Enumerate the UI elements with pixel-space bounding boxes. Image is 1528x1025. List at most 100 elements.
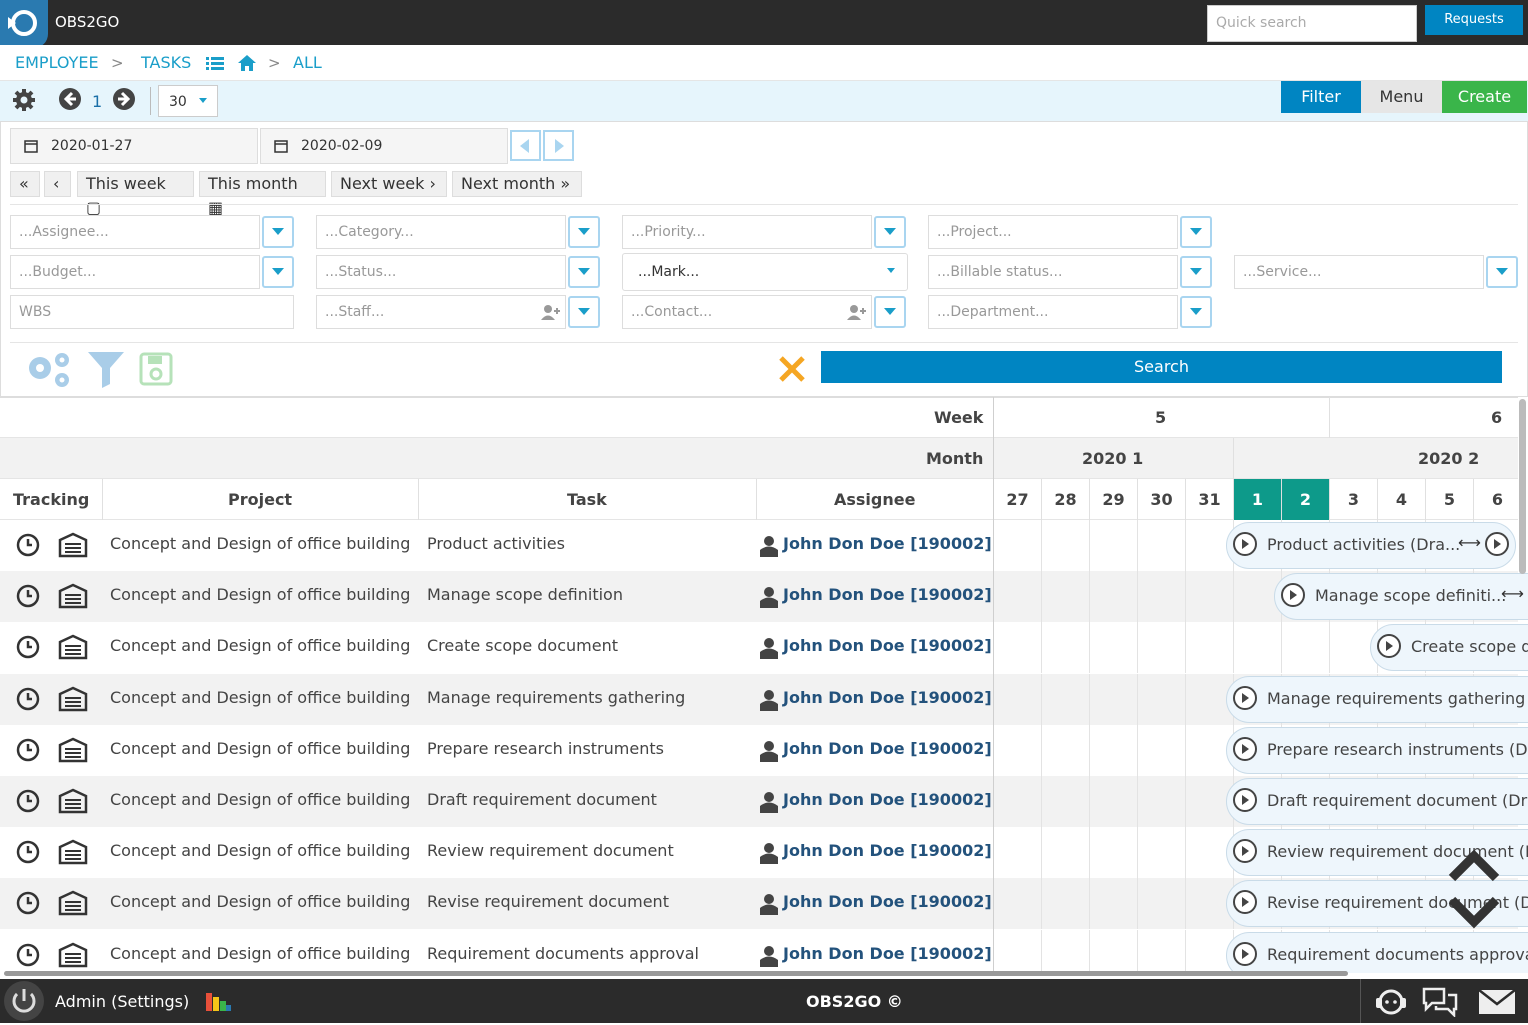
- assignee-link[interactable]: John Don Doe [190002]: [783, 790, 992, 809]
- single-left-button[interactable]: ‹: [44, 171, 71, 197]
- assignee-link[interactable]: John Don Doe [190002]: [783, 739, 992, 758]
- priority-dropdown-button[interactable]: [874, 216, 906, 248]
- table-row[interactable]: Concept and Design of office building Man…: [0, 571, 1528, 623]
- app-logo[interactable]: [0, 0, 48, 48]
- assignee-dropdown-button[interactable]: [262, 216, 294, 248]
- double-left-button[interactable]: «: [10, 171, 40, 197]
- assignee-link[interactable]: John Don Doe [190002]: [783, 841, 992, 860]
- date-from-input[interactable]: 2020-01-27: [10, 128, 258, 164]
- status-dropdown-button[interactable]: [568, 256, 600, 288]
- task-cell[interactable]: Manage requirements gathering: [427, 688, 685, 707]
- assignee-link[interactable]: John Don Doe [190002]: [783, 636, 992, 655]
- priority-filter[interactable]: ...Priority...: [622, 215, 872, 249]
- vertical-scrollbar[interactable]: [1519, 399, 1526, 574]
- project-cell[interactable]: Concept and Design of office building: [110, 944, 410, 963]
- budget-filter[interactable]: ...Budget...: [10, 255, 260, 289]
- task-cell[interactable]: Draft requirement document: [427, 790, 657, 809]
- next-month-button[interactable]: Next month »: [452, 171, 582, 197]
- open-task-end-icon[interactable]: [1485, 532, 1509, 556]
- archive-icon[interactable]: [58, 532, 88, 558]
- list-icon[interactable]: [206, 57, 224, 71]
- project-cell[interactable]: Concept and Design of office building: [110, 688, 410, 707]
- search-button[interactable]: Search: [821, 351, 1502, 383]
- assignee-link[interactable]: John Don Doe [190002]: [783, 892, 992, 911]
- mail-icon[interactable]: [1477, 988, 1517, 1016]
- column-header-assignee[interactable]: Assignee: [834, 490, 915, 509]
- power-button[interactable]: [4, 981, 44, 1021]
- quick-search-input[interactable]: Quick search: [1207, 5, 1417, 42]
- archive-icon[interactable]: [58, 686, 88, 712]
- clock-icon[interactable]: [16, 738, 40, 762]
- archive-icon[interactable]: [58, 737, 88, 763]
- task-cell[interactable]: Create scope document: [427, 636, 618, 655]
- date-next-button[interactable]: [543, 130, 574, 161]
- task-cell[interactable]: Product activities: [427, 534, 565, 553]
- archive-icon[interactable]: [58, 942, 88, 968]
- next-week-button[interactable]: Next week ›: [331, 171, 447, 197]
- table-row[interactable]: Concept and Design of office building Dra…: [0, 776, 1528, 827]
- budget-dropdown-button[interactable]: [262, 256, 294, 288]
- table-row[interactable]: Concept and Design of office building Pro…: [0, 520, 1518, 571]
- gantt-task-bar[interactable]: Product activities (Dra... ⟷: [1226, 522, 1516, 569]
- breadcrumb-tasks[interactable]: TASKS: [141, 53, 191, 72]
- previous-page-icon[interactable]: [59, 88, 81, 110]
- assignee-link[interactable]: John Don Doe [190002]: [783, 585, 992, 604]
- task-cell[interactable]: Manage scope definition: [427, 585, 623, 604]
- add-contact-icon[interactable]: [847, 304, 867, 320]
- project-cell[interactable]: Concept and Design of office building: [110, 636, 410, 655]
- gantt-task-bar[interactable]: Manage requirements gathering (Dra: [1226, 675, 1528, 723]
- clock-icon[interactable]: [16, 891, 40, 915]
- table-row[interactable]: Concept and Design of office building Rev…: [0, 878, 1528, 930]
- project-cell[interactable]: Concept and Design of office building: [110, 892, 410, 911]
- contact-dropdown-button[interactable]: [874, 296, 906, 328]
- assignee-link[interactable]: John Don Doe [190002]: [783, 688, 992, 707]
- gantt-task-bar[interactable]: Draft requirement document (Draft ): [1226, 778, 1528, 825]
- mark-select[interactable]: ...Mark...: [622, 253, 908, 291]
- contact-filter[interactable]: ...Contact...: [622, 295, 872, 329]
- table-row[interactable]: Concept and Design of office building Req…: [0, 929, 1528, 973]
- this-week-button[interactable]: This week ▢: [77, 171, 194, 217]
- menu-button[interactable]: Menu: [1361, 81, 1442, 113]
- task-cell[interactable]: Requirement documents approval: [427, 944, 699, 963]
- column-header-task[interactable]: Task: [567, 490, 607, 509]
- resize-icon[interactable]: ⟷: [1458, 533, 1481, 552]
- open-task-icon[interactable]: [1233, 890, 1257, 915]
- project-cell[interactable]: Concept and Design of office building: [110, 739, 410, 758]
- billable-status-filter[interactable]: ...Billable status...: [928, 255, 1178, 289]
- open-task-icon[interactable]: [1233, 532, 1257, 556]
- open-task-icon[interactable]: [1281, 583, 1305, 608]
- project-cell[interactable]: Concept and Design of office building: [110, 841, 410, 860]
- project-cell[interactable]: Concept and Design of office building: [110, 534, 410, 553]
- department-filter[interactable]: ...Department...: [928, 295, 1178, 329]
- clock-icon[interactable]: [16, 789, 40, 813]
- support-icon[interactable]: [1373, 984, 1409, 1018]
- save-icon[interactable]: [139, 352, 173, 386]
- category-dropdown-button[interactable]: [568, 216, 600, 248]
- service-dropdown-button[interactable]: [1486, 256, 1518, 288]
- column-header-tracking[interactable]: Tracking: [13, 490, 89, 509]
- staff-filter[interactable]: ...Staff...: [316, 295, 566, 329]
- palette-icon[interactable]: [204, 989, 232, 1015]
- service-filter[interactable]: ...Service...: [1234, 255, 1484, 289]
- clock-icon[interactable]: [16, 635, 40, 659]
- clock-icon[interactable]: [16, 687, 40, 711]
- filter-icon[interactable]: [87, 350, 125, 388]
- assignee-filter[interactable]: ...Assignee...: [10, 215, 260, 249]
- table-row[interactable]: Concept and Design of office building Man…: [0, 673, 1528, 725]
- open-task-icon[interactable]: [1233, 736, 1257, 761]
- add-user-icon[interactable]: [541, 304, 561, 320]
- this-month-button[interactable]: This month ▦: [199, 171, 326, 217]
- open-task-icon[interactable]: [1233, 685, 1257, 710]
- breadcrumb-all[interactable]: ALL: [293, 53, 322, 72]
- staff-dropdown-button[interactable]: [568, 296, 600, 328]
- project-filter[interactable]: ...Project...: [928, 215, 1178, 249]
- gantt-task-bar[interactable]: Prepare research instruments (Draft: [1226, 726, 1528, 774]
- task-cell[interactable]: Revise requirement document: [427, 892, 669, 911]
- department-dropdown-button[interactable]: [1180, 296, 1212, 328]
- requests-button[interactable]: Requests: [1425, 5, 1523, 35]
- project-cell[interactable]: Concept and Design of office building: [110, 790, 410, 809]
- filter-button[interactable]: Filter: [1281, 81, 1361, 113]
- archive-icon[interactable]: [58, 890, 88, 916]
- clock-icon[interactable]: [16, 943, 40, 967]
- open-task-icon[interactable]: [1233, 788, 1257, 812]
